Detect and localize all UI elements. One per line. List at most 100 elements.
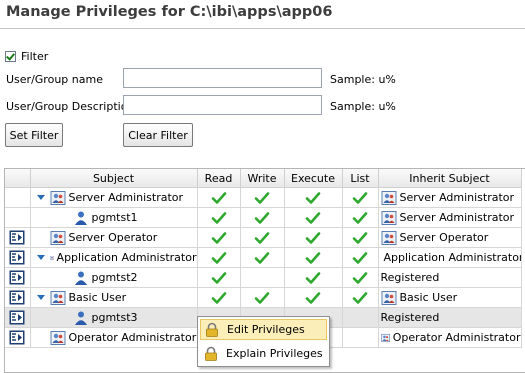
read-privilege-cell[interactable] <box>197 227 241 248</box>
col-header-list[interactable]: List <box>342 169 379 188</box>
execute-privilege-cell[interactable] <box>284 267 343 288</box>
group-icon <box>50 290 65 305</box>
checkmark-icon <box>211 251 226 264</box>
table-row[interactable]: Server Operator Server Operator <box>5 227 522 248</box>
list-privilege-cell[interactable] <box>342 327 379 348</box>
row-properties-cell[interactable] <box>5 227 31 248</box>
menu-item-edit-privileges[interactable]: Edit Privileges <box>200 319 327 340</box>
read-privilege-cell[interactable] <box>197 187 241 208</box>
expand-arrow-icon[interactable] <box>36 295 45 300</box>
col-header-read[interactable]: Read <box>197 169 241 188</box>
subject-cell[interactable]: Application Administrator <box>30 247 198 268</box>
properties-icon[interactable] <box>9 230 25 245</box>
filter-toggle[interactable]: Filter <box>5 50 48 63</box>
inherit-subject-label: Registered <box>380 271 440 284</box>
user-group-name-label: User/Group name <box>6 73 103 86</box>
read-privilege-cell[interactable] <box>197 207 241 228</box>
inherit-subject-cell: Operator Administrator <box>378 327 522 348</box>
checkmark-icon <box>254 191 270 204</box>
subject-label: Application Administrator <box>56 251 197 264</box>
row-properties-cell[interactable] <box>5 327 31 348</box>
checkmark-icon <box>352 291 368 304</box>
list-privilege-cell[interactable] <box>342 287 379 308</box>
title-divider <box>0 28 525 29</box>
row-properties-cell[interactable] <box>5 267 31 288</box>
write-privilege-cell[interactable] <box>240 287 285 308</box>
table-row[interactable]: Basic User Basic User <box>5 287 522 308</box>
inherit-subject-label: Registered <box>380 311 440 324</box>
subject-cell[interactable]: pgmtst1 <box>30 207 198 228</box>
write-privilege-cell[interactable] <box>240 247 285 268</box>
execute-privilege-cell[interactable] <box>284 187 343 208</box>
row-properties-cell[interactable] <box>5 207 31 228</box>
table-row[interactable]: Server Administrator Server Administrator <box>5 187 522 208</box>
checkmark-icon <box>211 271 226 284</box>
checkmark-icon <box>211 231 226 244</box>
group-icon <box>50 190 65 205</box>
row-properties-cell[interactable] <box>5 287 31 308</box>
write-privilege-cell[interactable] <box>240 227 285 248</box>
row-properties-cell[interactable] <box>5 187 31 208</box>
properties-icon[interactable] <box>9 270 25 285</box>
subject-cell[interactable]: Server Operator <box>30 227 198 248</box>
read-privilege-cell[interactable] <box>197 287 241 308</box>
expand-arrow-icon[interactable] <box>36 195 45 200</box>
execute-privilege-cell[interactable] <box>284 247 343 268</box>
menu-item-label: Edit Privileges <box>227 323 305 336</box>
inherit-subject-label: Application Administrator <box>383 251 521 264</box>
subject-label: Operator Administrator <box>68 331 197 344</box>
properties-icon[interactable] <box>9 250 25 265</box>
subject-cell[interactable]: Operator Administrator <box>30 327 198 348</box>
inherit-subject-cell: Application Administrator <box>378 247 522 268</box>
write-privilege-cell[interactable] <box>240 267 285 288</box>
col-header-icon <box>5 169 31 188</box>
col-header-inherit-subject[interactable]: Inherit Subject <box>378 169 522 188</box>
list-privilege-cell[interactable] <box>342 207 379 228</box>
execute-privilege-cell[interactable] <box>284 207 343 228</box>
checkmark-icon <box>352 231 368 244</box>
subject-cell[interactable]: pgmtst2 <box>30 267 198 288</box>
subject-cell[interactable]: Server Administrator <box>30 187 198 208</box>
write-privilege-cell[interactable] <box>240 207 285 228</box>
table-row[interactable]: pgmtst2 Registered <box>5 267 522 288</box>
properties-icon[interactable] <box>9 330 25 345</box>
list-privilege-cell[interactable] <box>342 227 379 248</box>
list-privilege-cell[interactable] <box>342 247 379 268</box>
list-privilege-cell[interactable] <box>342 307 379 328</box>
inherit-subject-label: Server Administrator <box>399 211 515 224</box>
inherit-subject-cell: Basic User <box>378 287 522 308</box>
subject-cell[interactable]: Basic User <box>30 287 198 308</box>
group-icon <box>50 230 65 245</box>
subject-cell[interactable]: pgmtst3 <box>30 307 198 328</box>
row-properties-cell[interactable] <box>5 307 31 328</box>
checkmark-icon <box>352 271 368 284</box>
col-header-subject[interactable]: Subject <box>30 169 198 188</box>
subject-label: Server Administrator <box>68 191 184 204</box>
col-header-write[interactable]: Write <box>240 169 285 188</box>
properties-icon[interactable] <box>9 290 25 305</box>
list-privilege-cell[interactable] <box>342 267 379 288</box>
table-row[interactable]: Application Administrator Application Adm… <box>5 247 522 268</box>
read-privilege-cell[interactable] <box>197 247 241 268</box>
col-header-execute[interactable]: Execute <box>284 169 343 188</box>
filter-checkbox[interactable] <box>5 51 16 62</box>
read-privilege-cell[interactable] <box>197 267 241 288</box>
write-privilege-cell[interactable] <box>240 187 285 208</box>
user-group-description-input[interactable] <box>123 95 322 115</box>
execute-privilege-cell[interactable] <box>284 227 343 248</box>
subject-label: Server Operator <box>68 231 158 244</box>
properties-icon[interactable] <box>9 310 25 325</box>
checkmark-icon <box>254 251 270 264</box>
inherit-subject-cell: Registered <box>378 267 522 288</box>
group-icon <box>49 255 54 260</box>
menu-item-explain-privileges[interactable]: Explain Privileges <box>200 343 327 364</box>
clear-filter-button[interactable]: Clear Filter <box>123 123 193 147</box>
user-icon <box>74 271 87 285</box>
user-group-name-input[interactable] <box>123 68 322 88</box>
table-row[interactable]: pgmtst1 Server Administrator <box>5 207 522 228</box>
execute-privilege-cell[interactable] <box>284 287 343 308</box>
list-privilege-cell[interactable] <box>342 187 379 208</box>
set-filter-button[interactable]: Set Filter <box>5 123 63 147</box>
row-properties-cell[interactable] <box>5 247 31 268</box>
expand-arrow-icon[interactable] <box>36 255 45 260</box>
